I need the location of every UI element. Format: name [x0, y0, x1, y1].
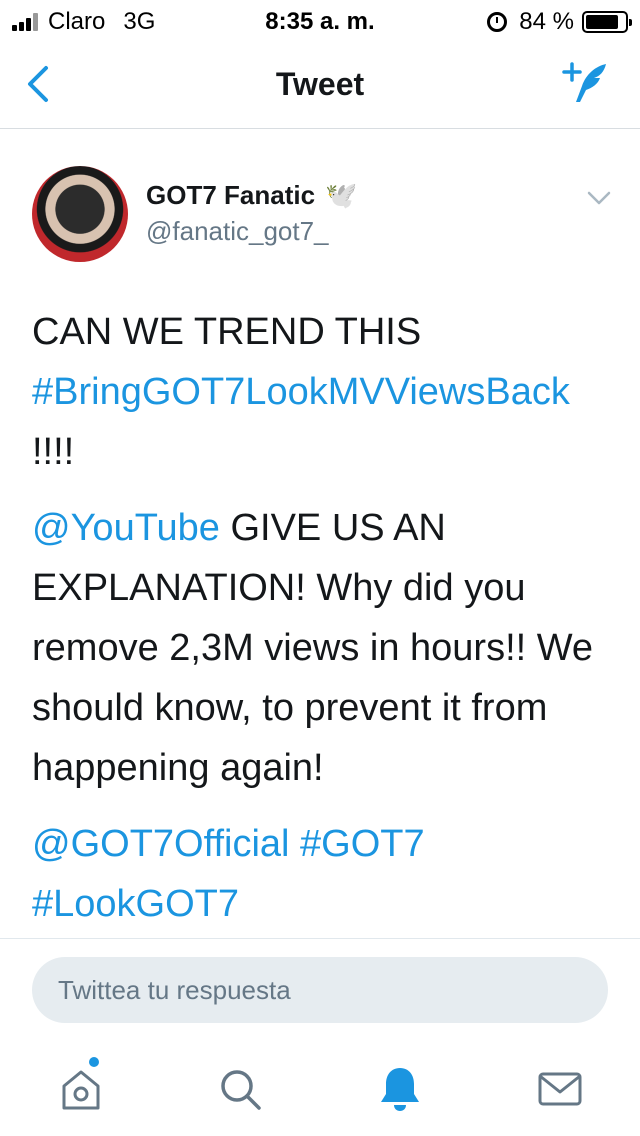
- chevron-down-icon: [587, 191, 611, 205]
- tweet-text: CAN WE TREND THIS #BringGOT7LookMVViewsB…: [32, 302, 617, 950]
- nav-bar: Tweet: [0, 40, 640, 129]
- tab-bar: [0, 1040, 640, 1136]
- bell-icon: [381, 1068, 419, 1111]
- avatar[interactable]: [32, 166, 128, 262]
- status-right: 84 %: [487, 8, 632, 36]
- status-bar: Claro 3G 8:35 a. m. 84 %: [0, 0, 640, 40]
- battery-percent: 84 %: [519, 8, 574, 35]
- tab-messages[interactable]: [535, 1064, 585, 1114]
- page-title: Tweet: [275, 66, 365, 102]
- tweet-text-segment: !!!!: [32, 431, 75, 473]
- author-handle[interactable]: @fanatic_got7_: [146, 216, 329, 247]
- compose-tweet-button[interactable]: [556, 58, 616, 108]
- tweet-text-segment: [289, 823, 300, 865]
- tweet-options-button[interactable]: [586, 188, 612, 208]
- home-icon: [62, 1070, 100, 1110]
- tweet-text-segment: CAN WE TREND THIS: [32, 311, 422, 353]
- hashtag-link[interactable]: #BringGOT7LookMVViewsBack: [32, 371, 570, 413]
- author-name: GOT7 Fanatic: [146, 180, 316, 210]
- mention-link[interactable]: @GOT7Official: [32, 823, 289, 865]
- tweet-text-segment: GIVE US AN EXPLANATION! Why did you remo…: [32, 507, 594, 789]
- compose-tweet-icon: [562, 62, 606, 102]
- home-notification-dot: [89, 1057, 99, 1067]
- alarm-icon: [487, 12, 508, 32]
- tweet-paragraph: @YouTube GIVE US AN EXPLANATION! Why did…: [32, 498, 617, 798]
- battery-icon: [582, 11, 632, 33]
- hashtag-link[interactable]: #GOT7: [300, 823, 425, 865]
- search-icon: [221, 1070, 261, 1110]
- dove-icon: 🕊️: [325, 180, 358, 210]
- tab-home[interactable]: [56, 1064, 106, 1114]
- tab-notifications[interactable]: [375, 1064, 425, 1114]
- author-name-row[interactable]: GOT7 Fanatic 🕊️: [146, 180, 357, 211]
- mail-icon: [538, 1072, 582, 1106]
- mention-link[interactable]: @YouTube: [32, 507, 220, 549]
- tweet-paragraph: CAN WE TREND THIS #BringGOT7LookMVViewsB…: [32, 302, 617, 482]
- hashtag-link[interactable]: #LookGOT7: [32, 883, 239, 925]
- tab-search[interactable]: [215, 1064, 265, 1114]
- tweet-paragraph: @GOT7Official #GOT7 #LookGOT7: [32, 814, 617, 934]
- reply-input[interactable]: Twittea tu respuesta: [32, 957, 608, 1023]
- divider: [0, 938, 640, 939]
